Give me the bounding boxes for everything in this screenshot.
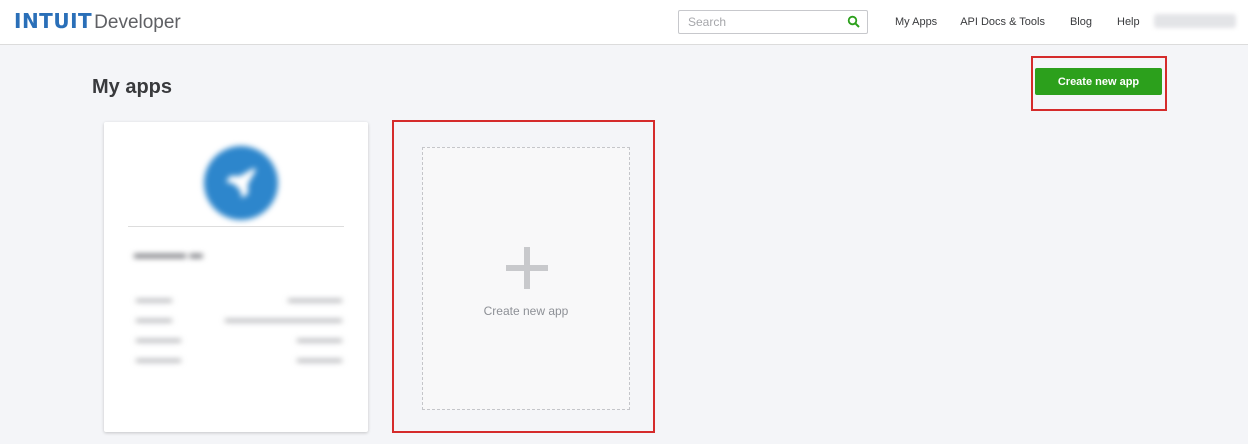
plus-icon — [506, 247, 548, 289]
intuit-developer-logo[interactable]: INTUIT Developer — [14, 9, 181, 34]
meta-row: ▬▬▬▬▬▬▬▬▬▬ — [136, 354, 342, 364]
user-menu[interactable] — [1154, 14, 1236, 28]
nav-my-apps[interactable]: My Apps — [895, 16, 937, 28]
rocket-icon — [226, 168, 256, 198]
top-header: INTUIT Developer My Apps API Docs & Tool… — [0, 0, 1248, 45]
search-input[interactable] — [679, 11, 839, 33]
top-nav: My Apps API Docs & Tools Blog Help — [895, 16, 1168, 28]
app-logo — [204, 146, 278, 220]
logo-brand: INTUIT — [14, 9, 93, 33]
nav-help[interactable]: Help — [1117, 16, 1140, 28]
nav-blog[interactable]: Blog — [1070, 16, 1092, 28]
app-card[interactable]: ▬▬▬▬ ▬ ▬▬▬▬ ▬▬▬▬▬▬ ▬▬▬▬ ▬▬▬▬▬▬▬▬▬▬▬▬▬ ▬▬▬▬… — [104, 122, 368, 432]
meta-row: ▬▬▬▬▬▬▬▬▬▬ — [136, 334, 342, 344]
card-divider — [128, 226, 344, 227]
create-card-label: Create new app — [483, 304, 569, 318]
search-box — [678, 10, 868, 34]
page-title: My apps — [92, 76, 173, 98]
logo-product: Developer — [94, 12, 181, 33]
meta-row: ▬▬▬▬▬▬▬▬▬▬ — [136, 294, 342, 304]
nav-api-docs-tools[interactable]: API Docs & Tools — [960, 16, 1045, 28]
meta-row: ▬▬▬▬ ▬▬▬▬▬▬▬▬▬▬▬▬▬ — [136, 314, 342, 324]
search-icon[interactable] — [847, 15, 861, 29]
app-name-redacted: ▬▬▬▬ ▬ — [134, 246, 203, 261]
create-new-app-card[interactable]: Create new app — [422, 147, 630, 410]
create-new-app-button[interactable]: Create new app — [1035, 68, 1162, 95]
